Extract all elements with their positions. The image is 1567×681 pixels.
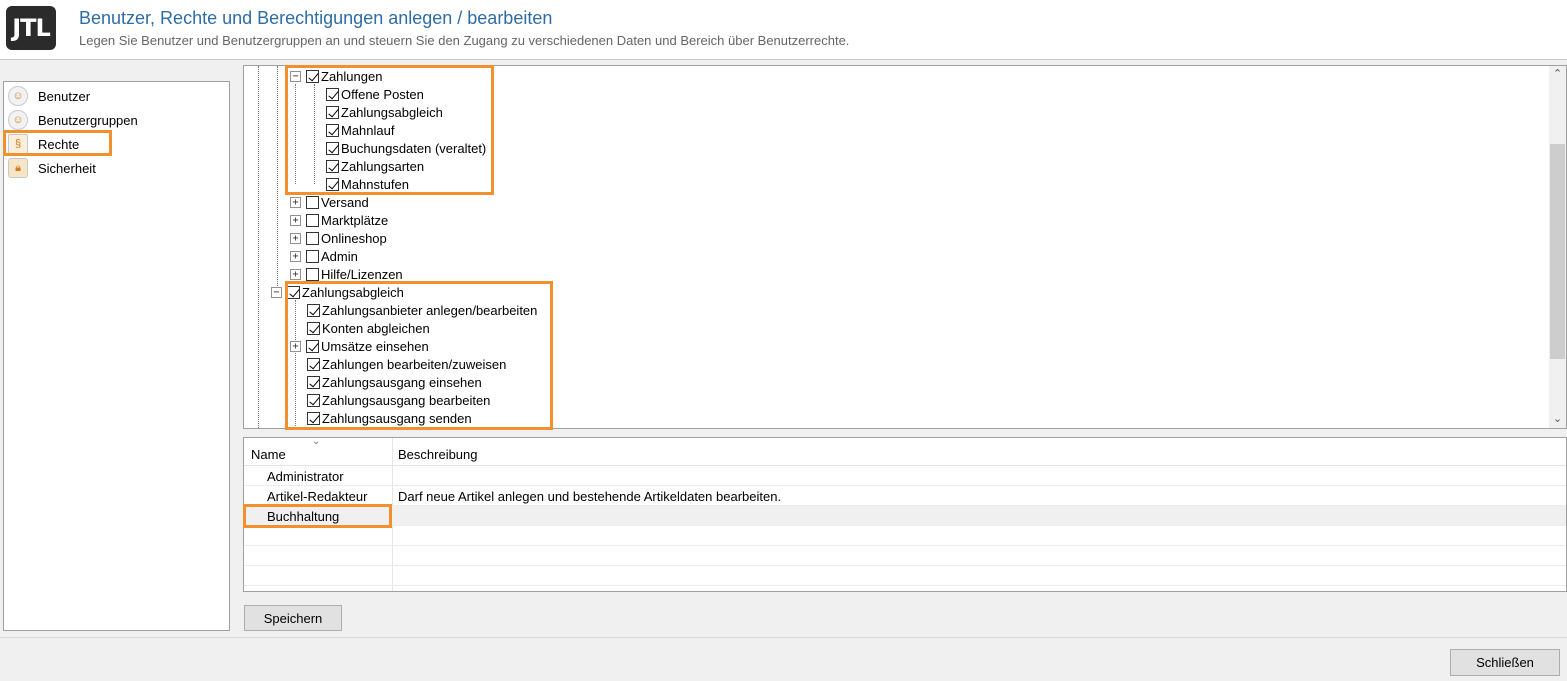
table-row-empty (244, 526, 1566, 546)
expand-icon[interactable]: + (290, 250, 301, 262)
checkbox[interactable] (306, 231, 319, 245)
column-header-description[interactable]: Beschreibung (398, 447, 478, 462)
highlight-zahlungsabgleich (285, 281, 553, 430)
scroll-up-icon[interactable]: ⌃ (1549, 66, 1566, 83)
table-row-selected[interactable]: Buchhaltung (244, 506, 1566, 526)
checkbox[interactable] (306, 213, 319, 227)
sidebar-item-benutzer[interactable]: ☺ Benutzer (8, 85, 223, 107)
sidebar-item-label: Benutzergruppen (38, 112, 138, 128)
expand-icon[interactable]: + (290, 196, 301, 208)
close-button[interactable]: Schließen (1450, 649, 1560, 676)
sidebar-item-benutzergruppen[interactable]: ☺ Benutzergruppen (8, 109, 223, 131)
highlight-rechte (3, 130, 112, 156)
sidebar-item-sicherheit[interactable]: 🔒︎ Sicherheit (8, 157, 223, 179)
header: JTL Benutzer, Rechte und Berechtigungen … (0, 0, 1567, 60)
checkbox[interactable] (306, 249, 319, 263)
checkbox[interactable] (306, 195, 319, 209)
collapse-icon[interactable]: − (271, 286, 282, 298)
grid-header: ⌄ Name Beschreibung (244, 438, 1566, 466)
expand-icon[interactable]: + (290, 232, 301, 244)
scroll-thumb[interactable] (1550, 144, 1565, 359)
page-subtitle: Legen Sie Benutzer und Benutzergruppen a… (79, 33, 850, 48)
table-row[interactable]: Artikel-Redakteur Darf neue Artikel anle… (244, 486, 1566, 506)
sidebar-item-label: Benutzer (38, 88, 91, 104)
expand-icon[interactable]: + (290, 214, 301, 226)
jtl-logo: JTL (6, 6, 56, 50)
expand-icon[interactable]: + (290, 268, 301, 280)
tree-node-admin[interactable]: + Admin (290, 247, 358, 265)
highlight-zahlungen (285, 65, 494, 195)
footer-divider (0, 637, 1567, 638)
highlight-buchhaltung (243, 504, 392, 528)
page-title: Benutzer, Rechte und Berechtigungen anle… (79, 8, 553, 28)
table-row-empty (244, 546, 1566, 566)
scroll-down-icon[interactable]: ⌄ (1549, 411, 1566, 428)
lock-icon: 🔒︎ (8, 158, 28, 178)
sort-icon[interactable]: ⌄ (312, 438, 320, 447)
sidebar: ☺ Benutzer ☺ Benutzergruppen § Rechte 🔒︎… (3, 81, 230, 631)
tree-scrollbar[interactable]: ⌃ ⌄ (1549, 66, 1566, 428)
tree-node-versand[interactable]: + Versand (290, 193, 369, 211)
column-header-name[interactable]: Name (251, 447, 286, 462)
user-icon: ☺ (8, 86, 28, 106)
tree-node-onlineshop[interactable]: + Onlineshop (290, 229, 387, 247)
checkbox[interactable] (306, 267, 319, 281)
sidebar-item-label: Sicherheit (38, 160, 96, 176)
tree-node-marktplaetze[interactable]: + Marktplätze (290, 211, 388, 229)
table-row-empty (244, 566, 1566, 586)
table-row[interactable]: Administrator (244, 466, 1566, 486)
usergroup-grid[interactable]: ⌄ Name Beschreibung Administrator Artike… (243, 437, 1567, 592)
save-button[interactable]: Speichern (244, 605, 342, 631)
user-group-icon: ☺ (8, 110, 28, 130)
